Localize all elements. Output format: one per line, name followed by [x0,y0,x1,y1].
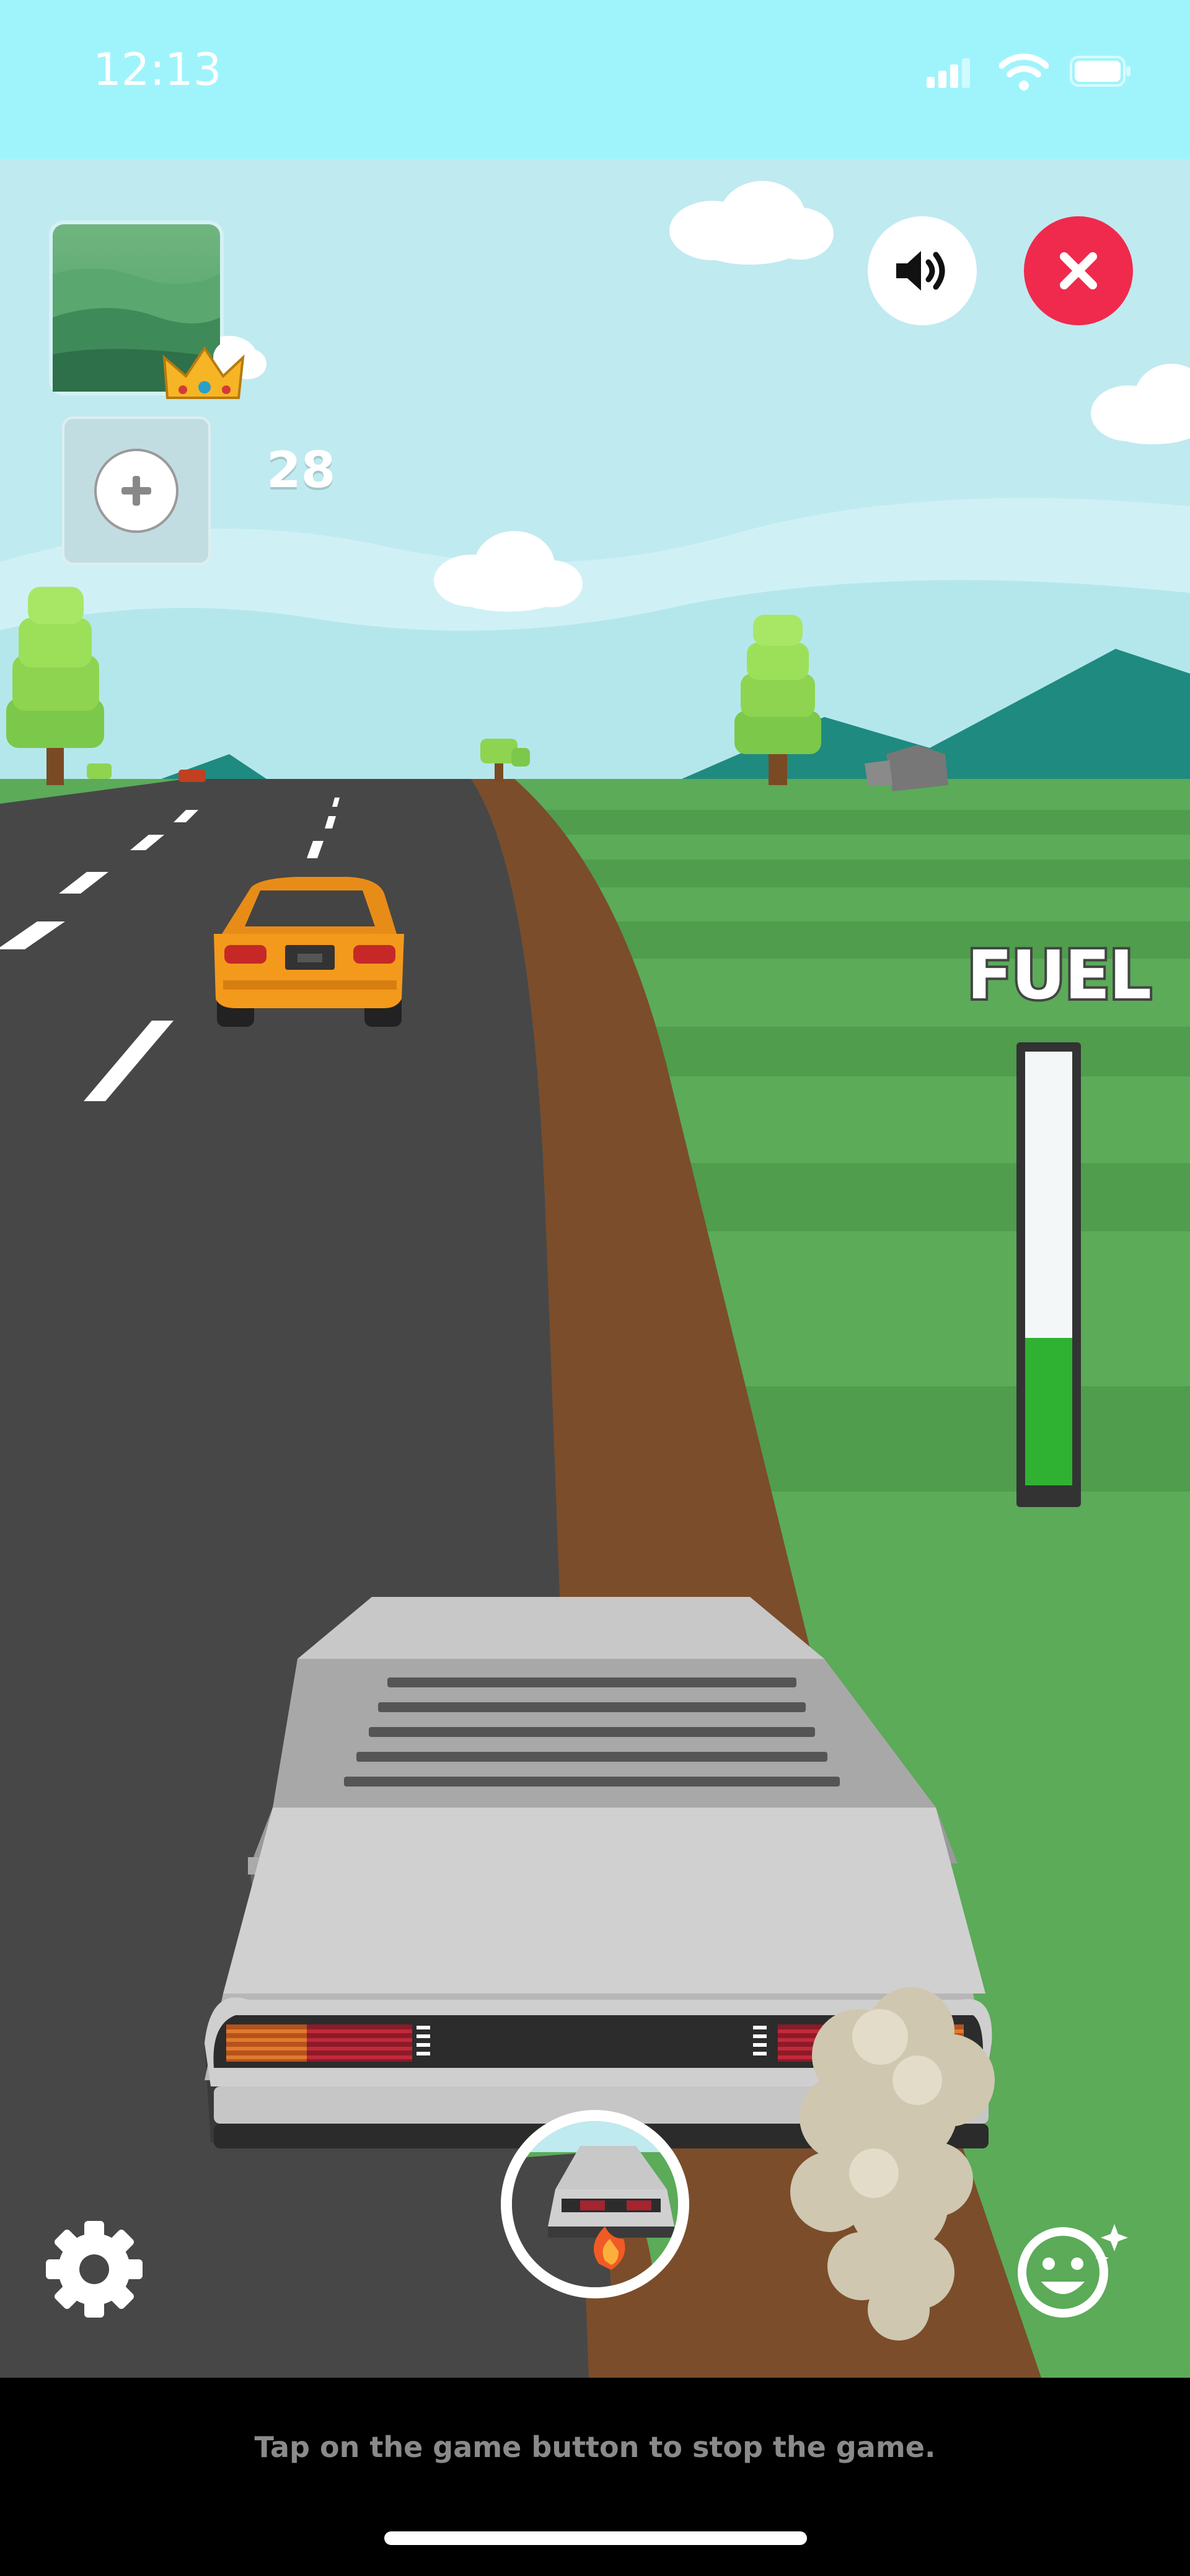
signal-icon [927,58,970,88]
status-bar: 12:13 [0,0,1190,159]
game-scene[interactable]: 28 FUEL [0,159,1190,2378]
stop-game-hint: Tap on the game button to stop the game. [254,2430,936,2464]
crown-icon [162,341,245,399]
fuel-label: FUEL [964,934,1154,1017]
wifi-icon [999,53,1049,90]
speaker-icon [896,251,945,291]
gear-icon[interactable] [45,2220,144,2319]
game-button[interactable] [501,2110,689,2298]
close-icon [1060,252,1097,289]
plus-icon [94,449,178,533]
game-button-thumbnail [512,2121,678,2287]
home-indicator[interactable] [384,2531,807,2545]
score: 28 [267,441,336,499]
bottom-bar [0,2378,1190,2576]
status-time: 12:13 [93,43,222,95]
fuel-gauge-fill [1025,1338,1072,1485]
add-player-button[interactable] [62,416,211,565]
smiley-icon[interactable] [1016,2217,1134,2322]
close-button[interactable] [1024,216,1133,325]
battery-icon [1070,56,1130,87]
sound-button[interactable] [868,216,977,325]
